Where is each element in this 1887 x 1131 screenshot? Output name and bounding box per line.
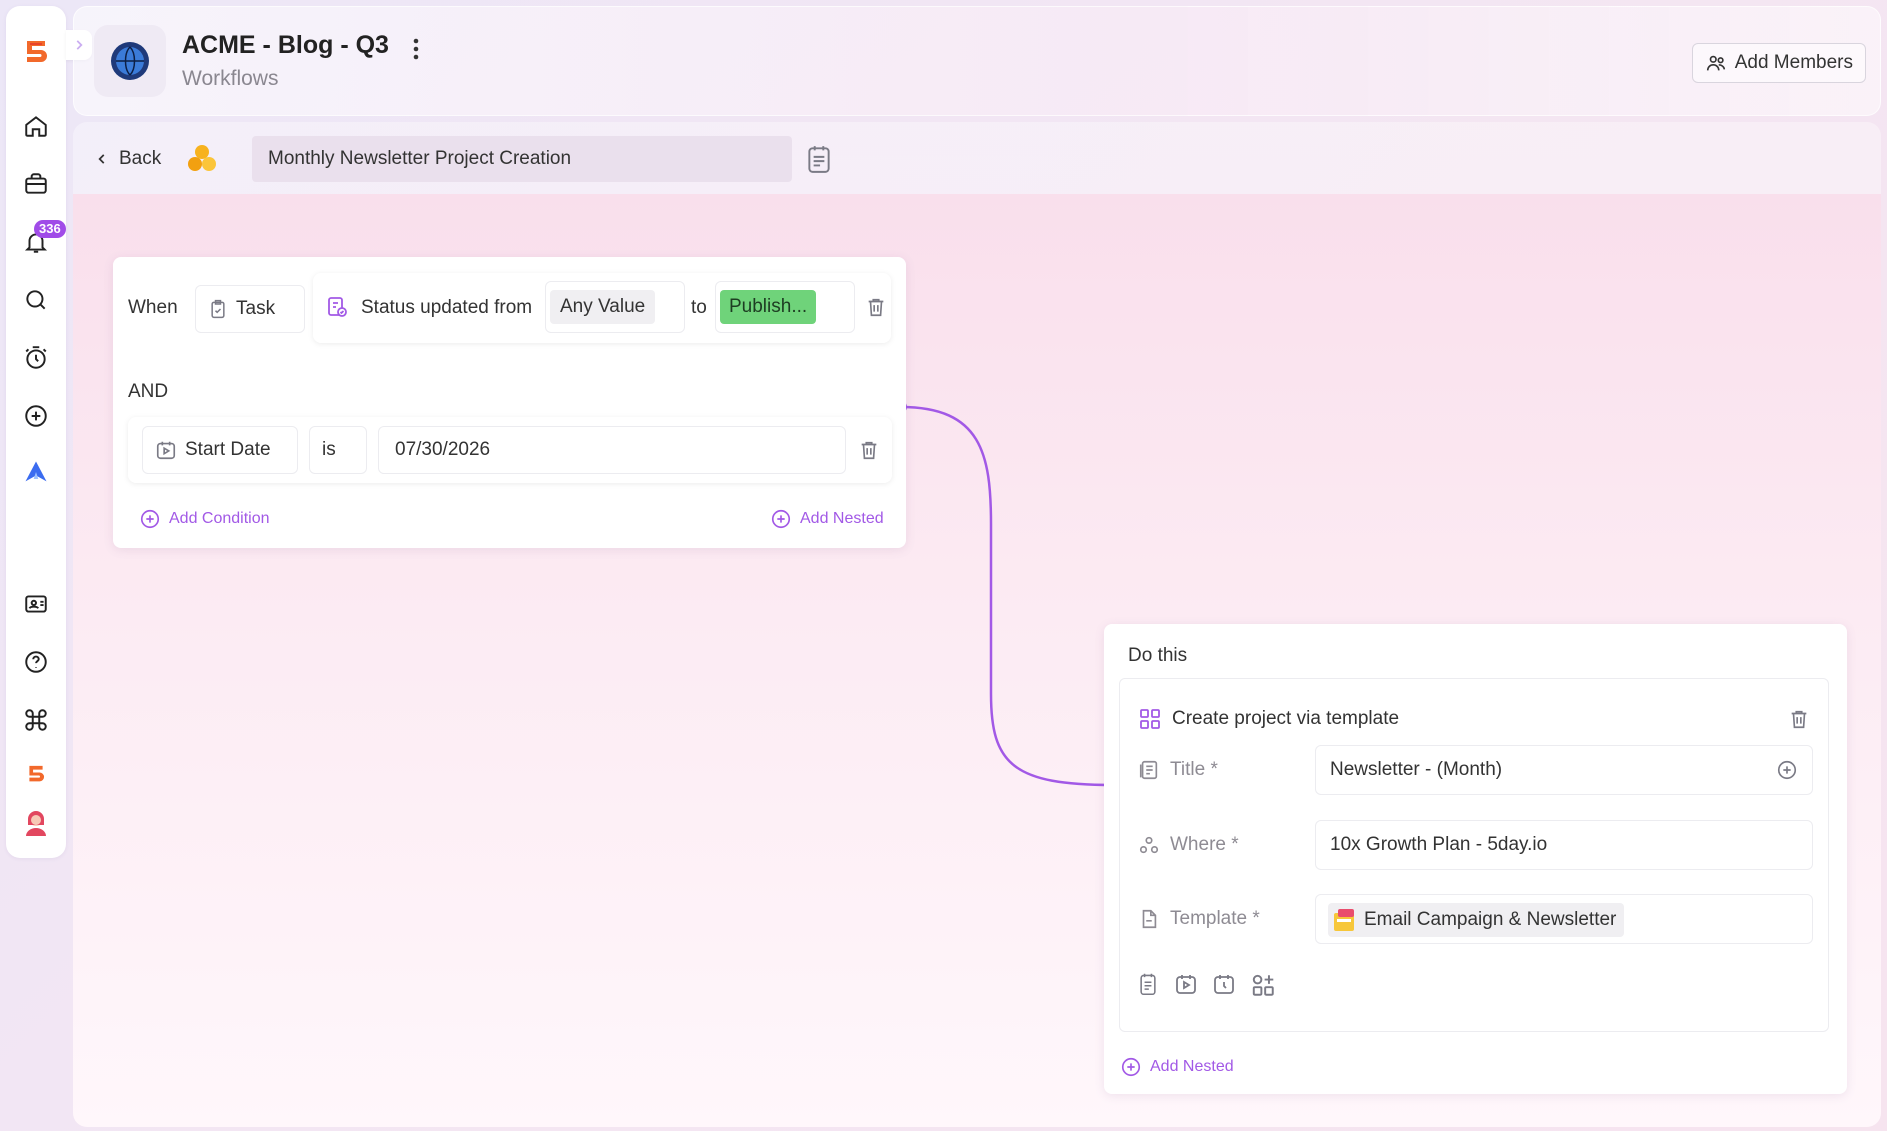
entity-label: Task — [236, 298, 276, 319]
status-update-icon — [325, 295, 349, 319]
task-icon — [211, 299, 225, 319]
condition-field-select[interactable]: Start Date — [142, 426, 298, 474]
title-field-input[interactable]: Newsletter - (Month) — [1315, 745, 1813, 795]
to-value-select[interactable]: Publish... — [715, 281, 855, 333]
delete-action-icon[interactable] — [1788, 707, 1810, 731]
and-label: AND — [128, 381, 169, 402]
add-nested-action-label: Add Nested — [1150, 1058, 1234, 1075]
trigger-card: When Task Status updated from Any Value … — [113, 257, 906, 548]
alarm-clock-icon[interactable] — [16, 338, 56, 378]
sidebar: 336 — [6, 6, 66, 858]
condition-field-label: Start Date — [185, 439, 271, 460]
event-label: Status updated from — [361, 297, 533, 318]
template-thumbnail-icon — [1334, 909, 1354, 931]
page-subtitle: Workflows — [182, 67, 279, 90]
project-header: ACME - Blog - Q3 Workflows Add Members — [73, 6, 1881, 116]
template-grid-icon — [1138, 707, 1162, 731]
notification-badge: 336 — [34, 220, 66, 238]
chevron-left-icon — [98, 154, 105, 164]
search-icon[interactable] — [16, 280, 56, 320]
where-value: 10x Growth Plan - 5day.io — [1330, 834, 1548, 855]
title-value: Newsletter - (Month) — [1330, 759, 1503, 780]
add-condition-label: Add Condition — [169, 510, 270, 527]
help-icon[interactable] — [16, 642, 56, 682]
5day-small-logo-icon[interactable] — [16, 754, 56, 794]
event-group: Status updated from Any Value to Publish… — [313, 273, 891, 343]
title-field-label: Title * — [1138, 759, 1218, 781]
plus-circle-icon — [140, 509, 160, 529]
condition-value-label: 07/30/2026 — [395, 439, 491, 460]
action-card: Do this Create project via template Titl… — [1104, 624, 1847, 1094]
back-label: Back — [119, 148, 162, 169]
action-block: Create project via template Title * News… — [1119, 678, 1829, 1032]
back-button[interactable]: Back — [95, 144, 161, 174]
workflow-emoji-icon[interactable] — [185, 142, 219, 176]
delete-condition-icon[interactable] — [858, 438, 880, 462]
plus-circle-icon — [1121, 1057, 1141, 1077]
home-icon[interactable] — [16, 106, 56, 146]
plus-circle-icon — [771, 509, 791, 529]
extra-field-toggles — [1136, 972, 1276, 998]
template-value: Email Campaign & Newsletter — [1364, 909, 1617, 930]
plus-circle-icon — [1777, 760, 1797, 780]
from-value-tag: Any Value — [550, 290, 656, 324]
globe-icon — [111, 42, 149, 80]
template-tag: Email Campaign & Newsletter — [1328, 903, 1625, 937]
where-field-label: Where * — [1138, 834, 1239, 856]
add-nested-trigger-button[interactable]: Add Nested — [770, 508, 884, 530]
workflow-toolbar: Back — [73, 122, 1881, 194]
due-date-icon[interactable] — [1212, 972, 1236, 996]
rocket-icon[interactable] — [16, 452, 56, 492]
add-condition-button[interactable]: Add Condition — [139, 508, 270, 530]
add-members-label: Add Members — [1734, 52, 1853, 73]
notes-icon[interactable] — [1136, 972, 1160, 996]
add-members-button[interactable]: Add Members — [1691, 43, 1866, 83]
project-avatar — [94, 25, 166, 97]
user-avatar[interactable] — [16, 802, 56, 842]
briefcase-icon[interactable] — [16, 164, 56, 204]
when-label: When — [128, 297, 178, 318]
start-date-icon[interactable] — [1174, 972, 1198, 996]
add-nested-label: Add Nested — [800, 510, 884, 527]
action-type-label: Create project via template — [1172, 708, 1400, 729]
add-widget-icon[interactable] — [1250, 972, 1276, 998]
template-field-label: Template * — [1138, 908, 1260, 930]
to-value-tag: Publish... — [720, 290, 817, 324]
condition-operator-label: is — [322, 439, 336, 460]
condition-value-input[interactable]: 07/30/2026 — [378, 426, 846, 474]
where-field-input[interactable]: 10x Growth Plan - 5day.io — [1315, 820, 1813, 870]
contact-card-icon[interactable] — [16, 584, 56, 624]
from-value-select[interactable]: Any Value — [545, 281, 685, 333]
condition-operator-select[interactable]: is — [309, 426, 367, 474]
file-icon — [1142, 909, 1157, 929]
template-field-input[interactable]: Email Campaign & Newsletter — [1315, 894, 1813, 944]
plus-circle-icon[interactable] — [16, 396, 56, 436]
title-label: Title * — [1170, 759, 1218, 780]
users-icon — [1706, 55, 1725, 71]
delete-trigger-icon[interactable] — [865, 295, 887, 319]
workspace-icon — [1139, 836, 1159, 854]
template-label: Template * — [1170, 908, 1260, 929]
entity-select[interactable]: Task — [195, 285, 305, 333]
do-this-heading: Do this — [1128, 645, 1188, 666]
project-title: ACME - Blog - Q3 — [182, 31, 389, 59]
workflow-canvas: When Task Status updated from Any Value … — [73, 194, 1881, 1127]
where-label: Where * — [1170, 834, 1239, 855]
more-options-icon[interactable] — [404, 35, 428, 63]
notes-icon[interactable] — [806, 144, 832, 174]
workflow-editor: Back When Task Status — [73, 122, 1881, 1127]
command-icon[interactable] — [16, 700, 56, 740]
5day-logo-icon[interactable] — [16, 32, 56, 72]
add-nested-action-button[interactable]: Add Nested — [1120, 1056, 1234, 1078]
document-icon — [1139, 760, 1158, 780]
workflow-name-input[interactable] — [252, 136, 792, 182]
condition-row: Start Date is 07/30/2026 — [128, 417, 892, 483]
calendar-play-icon — [156, 441, 176, 460]
to-label: to — [691, 297, 707, 318]
